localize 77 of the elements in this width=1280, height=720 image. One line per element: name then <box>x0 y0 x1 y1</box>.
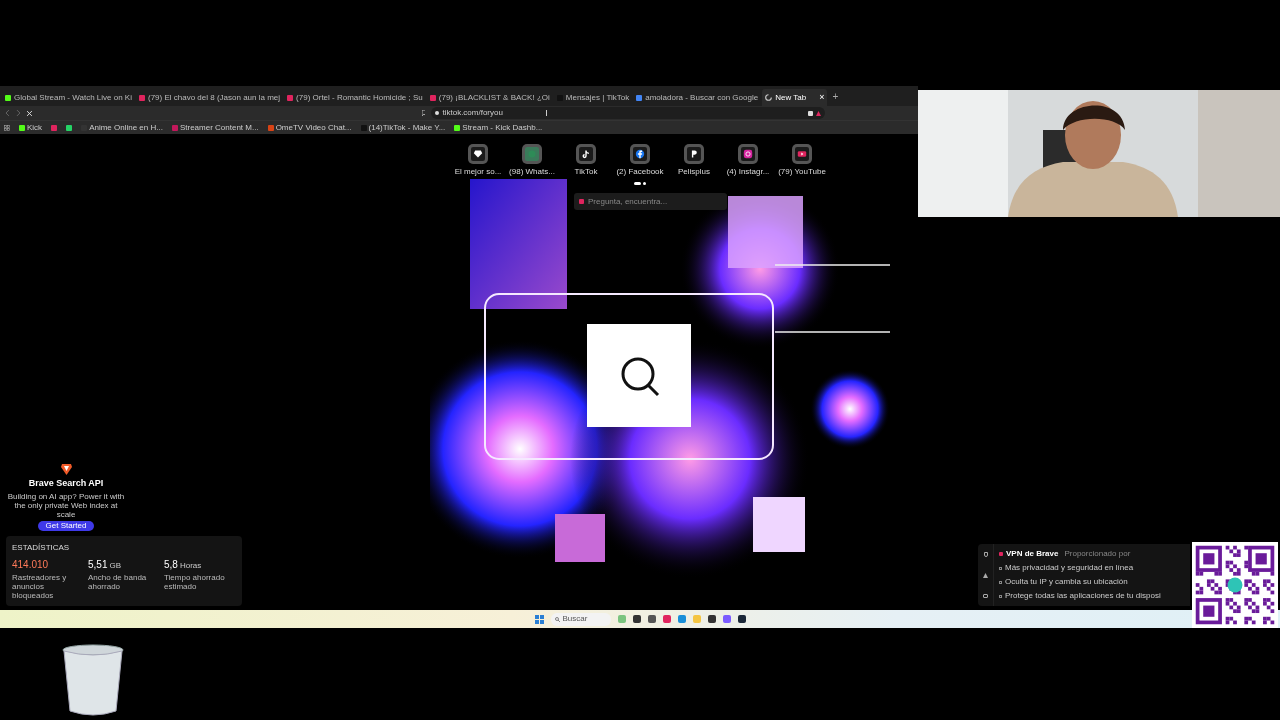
shortcut-label: (2) Facebook <box>616 166 664 178</box>
taskbar-search-field[interactable]: Buscar <box>550 612 611 626</box>
shortcut-label: (79) YouTube <box>778 166 826 178</box>
vpn-feature: Oculta tu IP y cambia su ubicación <box>1005 576 1128 588</box>
shield-icon[interactable] <box>983 552 988 557</box>
vpn-subtitle: Proporcionado por <box>1064 548 1131 560</box>
check-icon <box>999 566 1002 570</box>
promo-text: Building on AI app? Power it with the only private Web index at scale <box>6 492 126 519</box>
tab-title: (79) ¡BLACKLIST & BACK! ¿Oi <box>438 91 550 104</box>
shortcut-tile[interactable]: Pelisplus <box>668 144 720 178</box>
tab-title: Mensajes | TikTok <box>565 91 630 104</box>
check-icon <box>999 580 1002 584</box>
stop-icon[interactable] <box>26 110 32 116</box>
shortcut-tile[interactable]: TikTok <box>560 144 612 178</box>
check-icon <box>999 594 1002 598</box>
tab-title: (79) El chavo del 8 (Jason aun la mej <box>148 91 281 104</box>
stat-unit: GB <box>109 560 122 572</box>
shortcut-tile[interactable]: El mejor so... <box>452 144 504 178</box>
new-tab-button[interactable]: + <box>832 89 839 104</box>
shortcut-tile[interactable]: (4) Instagr... <box>722 144 774 178</box>
tab-title: amoladora - Buscar con Google <box>645 91 759 104</box>
shortcut-tile[interactable]: (79) YouTube <box>776 144 828 178</box>
stat-label: Tiempo ahorrado estimado <box>164 573 226 591</box>
close-icon[interactable]: × <box>819 90 825 105</box>
search-field[interactable]: Pregunta, encuentra... <box>574 193 727 210</box>
shortcut-tile[interactable]: (98) Whats... <box>506 144 558 178</box>
rewards-icon[interactable] <box>816 110 821 116</box>
tab-title: Global Stream - Watch Live on Ki <box>14 91 132 104</box>
shortcut-tile[interactable]: (2) Facebook <box>614 144 666 178</box>
instagram-icon <box>741 147 755 161</box>
browser-tab[interactable]: amoladora - Buscar con Google <box>633 89 762 106</box>
shortcut-label: Pelisplus <box>678 166 710 178</box>
browser-tab[interactable]: (79) El chavo del 8 (Jason aun la mej <box>136 89 284 106</box>
text-cursor-icon <box>545 110 547 116</box>
bookmark-item[interactable]: Streamer Content M... <box>171 121 259 134</box>
vpn-feature: Más privacidad y seguridad en línea <box>1005 562 1134 574</box>
windows-logo-icon[interactable] <box>534 614 544 624</box>
promo-title: Brave Search API <box>28 476 104 490</box>
stat-label: Ancho de banda ahorrado <box>88 573 148 591</box>
shortcut-label: TikTok <box>574 166 598 178</box>
site-info-icon[interactable] <box>435 111 440 115</box>
stat-value: 414.010 <box>12 558 49 572</box>
browser-tab[interactable]: Global Stream - Watch Live on Ki <box>2 89 135 106</box>
stat-unit: Horas <box>179 560 202 572</box>
facebook-icon <box>633 147 647 161</box>
bookmark-item[interactable]: Stream - Kick Dashb... <box>454 121 543 134</box>
bookmark-icon[interactable] <box>421 110 426 116</box>
stat-label: Rastreadores y anuncios bloqueados <box>12 573 68 600</box>
browser-tab[interactable]: (79) Ortel - Romantic Homicide ; Su <box>284 89 426 106</box>
stat-value: 5,51 <box>88 558 108 572</box>
stat-value: 5,8 <box>164 558 178 572</box>
bookmark-item[interactable]: (14)TikTok - Make Y... <box>360 121 446 134</box>
stats-heading: ESTADÍSTICAS <box>12 542 71 554</box>
shortcut-label: (98) Whats... <box>509 166 555 178</box>
tab-title: (79) Ortel - Romantic Homicide ; Su <box>296 91 423 104</box>
vpn-feature: Protege todas las aplicaciones de tu disposi <box>1005 590 1161 602</box>
loading-icon <box>765 94 773 101</box>
get-started-button[interactable]: Get Started <box>37 521 95 531</box>
browser-tab[interactable]: (79) ¡BLACKLIST & BACK! ¿Oi <box>426 89 553 106</box>
card-icon[interactable] <box>983 594 988 598</box>
brave-logo-icon <box>60 462 72 475</box>
browser-tab[interactable]: New Tab × <box>762 89 828 106</box>
bookmark-item[interactable]: OmeTV Video Chat... <box>267 121 352 134</box>
apps-icon[interactable] <box>4 124 10 131</box>
alert-icon[interactable] <box>983 573 988 578</box>
bookmark-item[interactable]: Anime Online en H... <box>81 121 163 134</box>
tab-title: New Tab <box>775 91 807 104</box>
shortcut-label: (4) Instagr... <box>726 166 770 178</box>
pelisplus-icon <box>687 147 701 161</box>
recycle-bin-icon[interactable] <box>62 644 124 716</box>
vpn-title: VPN de Brave <box>1006 548 1059 560</box>
browser-tab[interactable]: Mensajes | TikTok <box>553 89 633 106</box>
bookmark-item[interactable]: Kick <box>19 121 43 134</box>
qr-code-icon <box>1190 542 1280 628</box>
shortcut-label: El mejor so... <box>454 166 502 178</box>
address-field[interactable]: tiktok.com/foryou <box>442 107 503 119</box>
search-icon <box>554 616 560 622</box>
